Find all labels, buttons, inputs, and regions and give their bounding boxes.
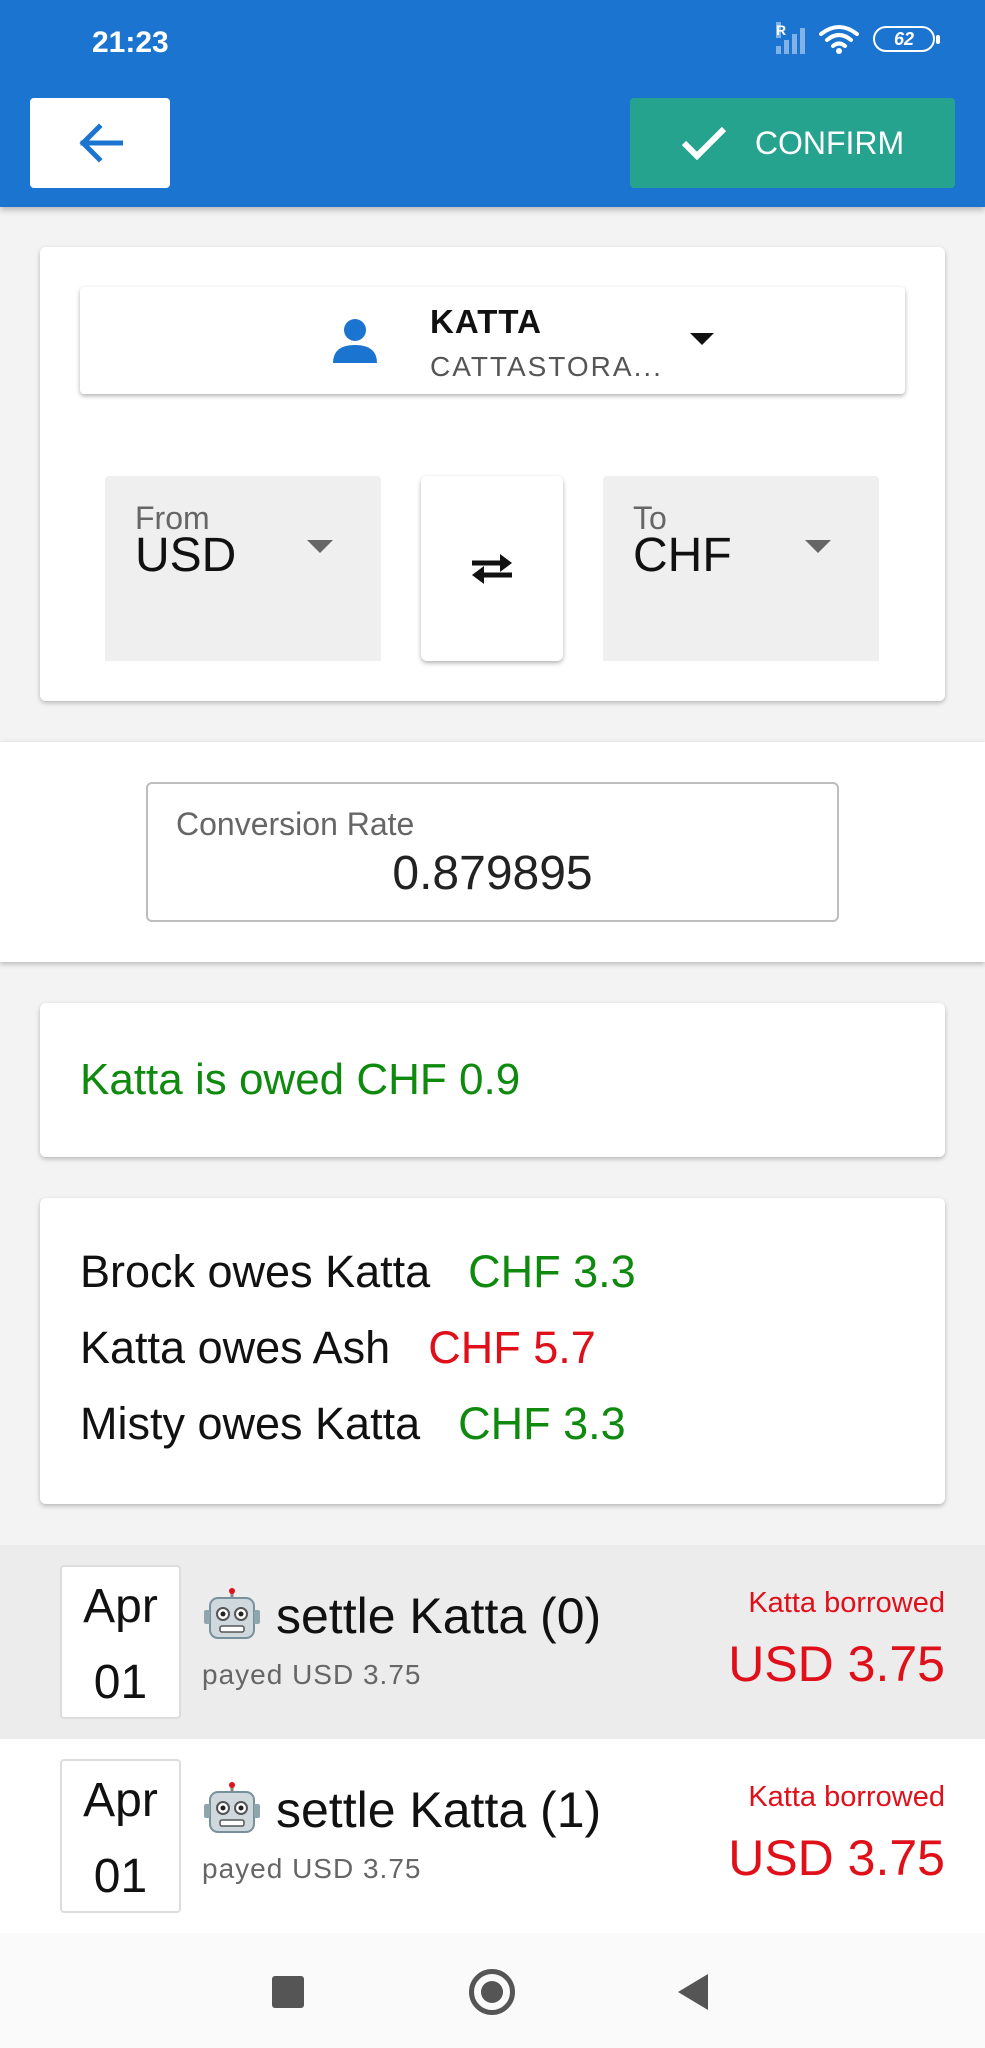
transaction-amount: USD 3.75 xyxy=(728,1636,945,1692)
transaction-title: settle Katta (0) xyxy=(202,1587,601,1645)
date-month: Apr xyxy=(83,1580,158,1633)
conversion-rate-input[interactable]: Conversion Rate 0.879895 xyxy=(146,782,839,922)
transaction-row[interactable]: Apr 01 settle Katta (0) payed USD 3.75 K… xyxy=(0,1545,985,1739)
debt-amount: CHF 3.3 xyxy=(468,1246,636,1297)
battery-level: 62 xyxy=(893,28,915,49)
owed-summary: Katta is owed CHF 0.9 xyxy=(80,1055,521,1104)
wifi-icon xyxy=(819,25,859,54)
transaction-subtitle: payed USD 3.75 xyxy=(202,1853,422,1884)
debt-amount: CHF 3.3 xyxy=(458,1398,626,1449)
settle-settings-card: KATTA CATTASTORA... From USD To CHF xyxy=(40,247,945,701)
transaction-subtitle: payed USD 3.75 xyxy=(202,1659,422,1690)
transaction-title: settle Katta (1) xyxy=(202,1781,601,1839)
transaction-title-text: settle Katta (0) xyxy=(276,1588,602,1644)
status-icons: R 62 xyxy=(776,22,940,54)
status-time: 21:23 xyxy=(92,26,169,59)
date-day: 01 xyxy=(93,1850,148,1903)
conversion-rate-card: Conversion Rate 0.879895 xyxy=(0,742,985,962)
to-currency-select[interactable]: To CHF xyxy=(603,476,879,661)
to-caret-icon xyxy=(805,540,831,553)
date-day: 01 xyxy=(93,1656,148,1709)
battery-icon: 62 xyxy=(873,26,940,52)
dropdown-caret-icon xyxy=(690,333,714,345)
transaction-status-label: Katta borrowed xyxy=(748,1587,945,1619)
date-badge: Apr 01 xyxy=(60,1759,181,1913)
arrow-left-icon xyxy=(79,123,123,163)
debt-row: Misty owes Katta CHF 3.3 xyxy=(80,1398,626,1450)
user-subtitle: CATTASTORA... xyxy=(430,351,663,382)
swap-currencies-button[interactable] xyxy=(421,476,563,661)
network-label: R xyxy=(776,22,787,38)
user-dropdown[interactable]: KATTA CATTASTORA... xyxy=(80,287,905,394)
swap-arrows-icon xyxy=(472,553,512,584)
user-name: KATTA xyxy=(430,303,542,340)
robot-icon xyxy=(204,1588,260,1639)
app-bar: 21:23 R 62 CONFIRM xyxy=(0,0,985,207)
transaction-title-text: settle Katta (1) xyxy=(276,1782,602,1838)
recents-square-icon[interactable] xyxy=(272,1976,304,2008)
home-circle-icon[interactable] xyxy=(469,1969,515,2015)
conversion-rate-label: Conversion Rate xyxy=(176,806,415,842)
date-badge: Apr 01 xyxy=(60,1565,181,1719)
signal-icon: R xyxy=(776,22,805,54)
confirm-button[interactable]: CONFIRM xyxy=(630,98,955,188)
from-currency-select[interactable]: From USD xyxy=(105,476,381,661)
debt-text: Brock owes Katta xyxy=(80,1246,431,1297)
robot-icon xyxy=(204,1782,260,1833)
debt-text: Misty owes Katta xyxy=(80,1398,421,1449)
transaction-row[interactable]: Apr 01 settle Katta (1) payed USD 3.75 K… xyxy=(0,1739,985,1933)
confirm-label: CONFIRM xyxy=(754,124,905,161)
debt-row: Katta owes Ash CHF 5.7 xyxy=(80,1322,596,1374)
back-button[interactable] xyxy=(30,98,170,188)
debt-row: Brock owes Katta CHF 3.3 xyxy=(80,1246,636,1298)
debt-text: Katta owes Ash xyxy=(80,1322,391,1373)
date-month: Apr xyxy=(83,1774,158,1827)
summary-card: Katta is owed CHF 0.9 xyxy=(40,1003,945,1157)
debt-amount: CHF 5.7 xyxy=(428,1322,596,1373)
to-value: CHF xyxy=(633,529,732,582)
check-icon xyxy=(681,126,726,161)
from-caret-icon xyxy=(307,540,333,553)
system-nav-bar xyxy=(0,1933,985,2048)
debts-card: Brock owes Katta CHF 3.3 Katta owes Ash CH… xyxy=(40,1198,945,1504)
conversion-rate-value: 0.879895 xyxy=(392,847,593,900)
back-triangle-icon[interactable] xyxy=(678,1974,708,2010)
transaction-amount: USD 3.75 xyxy=(728,1830,945,1886)
person-icon xyxy=(333,319,377,363)
transaction-status-label: Katta borrowed xyxy=(748,1781,945,1813)
from-value: USD xyxy=(135,529,237,582)
